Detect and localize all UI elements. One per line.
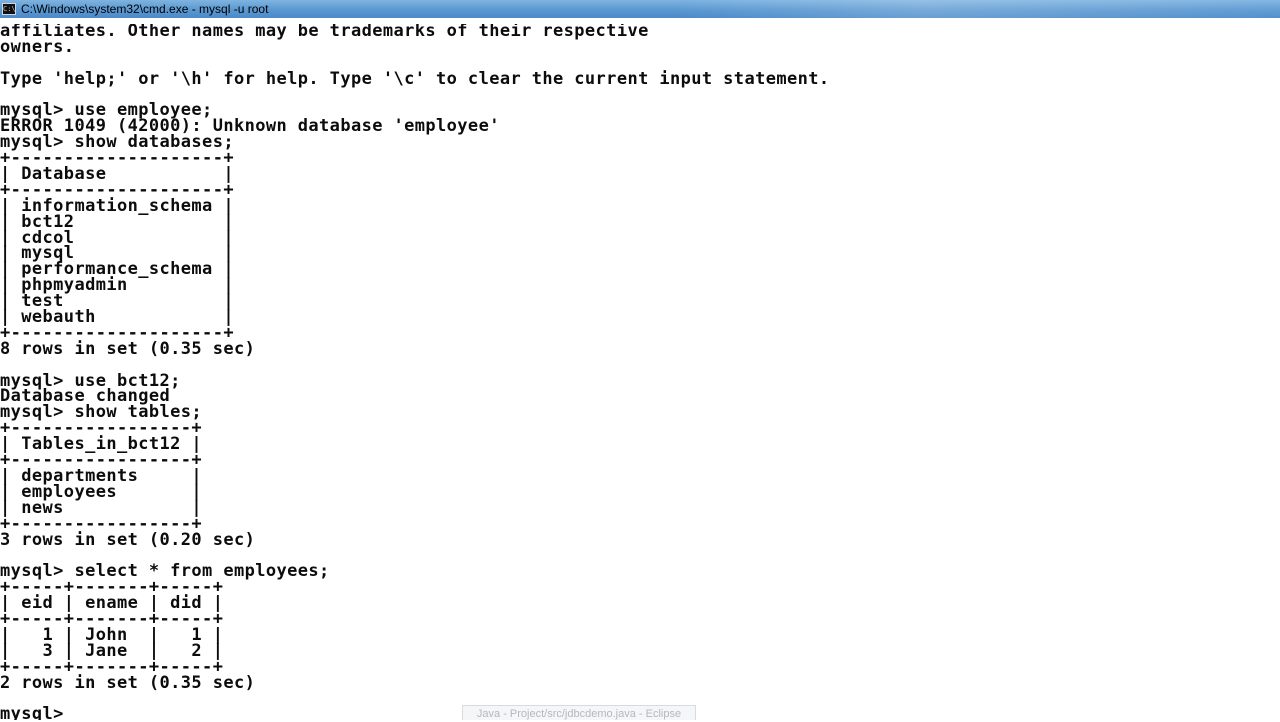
console-line: 2 rows in set (0.35 sec) xyxy=(0,672,256,693)
eclipse-window-tooltip[interactable]: Java - Project/src/jdbcdemo.java - Eclip… xyxy=(462,705,696,720)
console-line: affiliates. Other names may be trademark… xyxy=(0,24,649,41)
cmd-icon: C:\ xyxy=(2,3,16,15)
console-line: owners. xyxy=(0,36,75,57)
window-titlebar[interactable]: C:\ C:\Windows\system32\cmd.exe - mysql … xyxy=(0,0,1280,18)
window-title: C:\Windows\system32\cmd.exe - mysql -u r… xyxy=(21,2,269,16)
console-line: 8 rows in set (0.35 sec) xyxy=(0,338,256,359)
console-line: 3 rows in set (0.20 sec) xyxy=(0,529,256,550)
console-line: mysql> use bct12; xyxy=(0,370,181,391)
console-line: Type 'help;' or '\h' for help. Type '\c'… xyxy=(0,68,830,89)
console-output[interactable]: affiliates. Other names may be trademark… xyxy=(0,24,1280,720)
